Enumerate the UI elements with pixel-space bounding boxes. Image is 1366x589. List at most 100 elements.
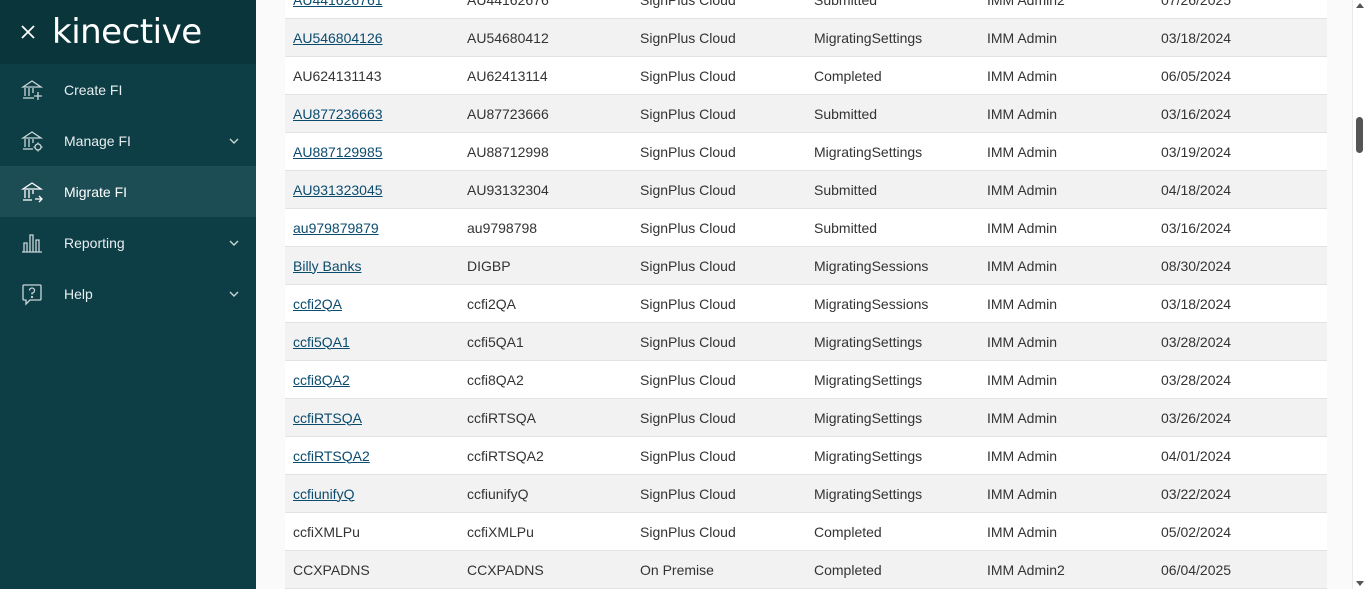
table-row: ccfiRTSQA2 ccfiRTSQA2 SignPlus Cloud Migrat… [285, 437, 1327, 475]
cell-code: ccfi2QA [467, 295, 517, 312]
fi-name-link[interactable]: ccfi2QA [293, 296, 342, 312]
cell-user: IMM Admin2 [979, 0, 1153, 8]
fi-name-link[interactable]: ccfiRTSQA [293, 410, 362, 426]
cell-code: AU62413114 [467, 67, 548, 84]
cell-name: AU931323045 [285, 182, 459, 198]
table-row: AU624131143 AU62413114 SignPlus Cloud Compl… [285, 57, 1327, 95]
cell-code: CCXPADNS [467, 561, 544, 578]
cell-name: ccfiRTSQA2 [285, 448, 459, 464]
cell-code: DIGBP [467, 257, 511, 274]
cell-status: MigratingSettings [814, 409, 923, 426]
table-row: AU546804126 AU54680412 SignPlus Cloud Migra… [285, 19, 1327, 57]
cell-name: Billy Banks [285, 258, 459, 274]
cell-date: 07/26/2025 [1153, 0, 1327, 8]
cell-name: ccfi2QA [285, 296, 459, 312]
cell-user: IMM Admin [987, 295, 1058, 312]
cell-code: ccfi8QA2 [467, 371, 524, 388]
fi-name-link[interactable]: au979879879 [293, 220, 379, 236]
cell-platform: SignPlus Cloud [640, 219, 736, 236]
cell-date: 03/19/2024 [1161, 143, 1232, 160]
cell-name: AU624131143 [293, 67, 382, 84]
scrollbar-thumb[interactable] [1356, 117, 1363, 153]
fi-name-link[interactable]: ccfiRTSQA2 [293, 448, 370, 464]
cell-code: AU54680412 [467, 29, 549, 46]
fi-name-link[interactable]: AU931323045 [293, 182, 383, 198]
sidebar-item-migrate-fi[interactable]: Migrate FI [0, 166, 256, 217]
cell-date: 06/04/2025 [1161, 561, 1232, 578]
cell-platform: SignPlus Cloud [632, 0, 806, 8]
cell-user: IMM Admin [987, 67, 1058, 84]
fi-name-link[interactable]: ccfi8QA2 [293, 372, 350, 388]
cell-status: Completed [814, 561, 882, 578]
cell-code: ccfiRTSQA2 [467, 447, 544, 464]
cell-platform: SignPlus Cloud [640, 29, 736, 46]
fi-name-link[interactable]: ccfi5QA1 [293, 334, 350, 350]
bar-chart-icon [19, 230, 45, 256]
chevron-down-icon [229, 138, 239, 144]
sidebar-item-label: Manage FI [64, 132, 131, 149]
cell-user: IMM Admin [987, 143, 1058, 160]
fi-name-link[interactable]: AU546804126 [293, 30, 383, 46]
cell-name: AU546804126 [285, 30, 459, 46]
cell-name: AU887129985 [285, 144, 459, 160]
fi-name-link[interactable]: AU887129985 [293, 144, 383, 160]
cell-platform: SignPlus Cloud [640, 409, 736, 426]
cell-date: 03/16/2024 [1161, 219, 1232, 236]
cell-user: IMM Admin [987, 485, 1058, 502]
scroll-down-arrow-icon[interactable] [1356, 581, 1364, 586]
cell-code: ccfiXMLPu [467, 523, 534, 540]
cell-date: 03/26/2024 [1161, 409, 1232, 426]
cell-platform: SignPlus Cloud [640, 67, 736, 84]
cell-user: IMM Admin [987, 105, 1058, 122]
cell-status: MigratingSessions [814, 257, 929, 274]
chevron-down-icon [229, 291, 239, 297]
sidebar-item-help[interactable]: Help [0, 268, 256, 319]
cell-status: Completed [814, 523, 882, 540]
sidebar-item-create-fi[interactable]: Create FI [0, 64, 256, 115]
cell-name: CCXPADNS [293, 561, 370, 578]
vertical-scrollbar[interactable] [1352, 0, 1366, 589]
cell-name: ccfi5QA1 [285, 334, 459, 350]
cell-code: AU93132304 [467, 181, 549, 198]
cell-name: AU877236663 [285, 106, 459, 122]
table-row: ccfiRTSQA ccfiRTSQA SignPlus Cloud Migratin… [285, 399, 1327, 437]
cell-code: AU88712998 [467, 143, 549, 160]
sidebar-item-reporting[interactable]: Reporting [0, 217, 256, 268]
kinective-logo: kinective [52, 12, 202, 52]
cell-name: AU441626761 [285, 0, 459, 8]
cell-status: MigratingSettings [814, 29, 923, 46]
cell-user: IMM Admin [987, 257, 1058, 274]
cell-status: Submitted [814, 219, 878, 236]
cell-platform: SignPlus Cloud [640, 485, 736, 502]
fi-name-link[interactable]: ccfiunifyQ [293, 486, 354, 502]
cell-status: Completed [814, 67, 882, 84]
bank-settings-icon [19, 128, 45, 154]
cell-status: MigratingSettings [814, 333, 923, 350]
chevron-down-icon [229, 240, 239, 246]
cell-date: 03/22/2024 [1161, 485, 1232, 502]
cell-date: 03/18/2024 [1161, 29, 1232, 46]
fi-table: AU441626761AU44162676SignPlus CloudSubmi… [285, 0, 1327, 589]
fi-name-link[interactable]: Billy Banks [293, 258, 361, 274]
table-row: au979879879 au9798798 SignPlus Cloud Submit… [285, 209, 1327, 247]
cell-platform: On Premise [640, 561, 714, 578]
cell-user: IMM Admin [987, 523, 1058, 540]
table-row: AU441626761 AU44162676SignPlus CloudSubmi… [285, 0, 1327, 19]
close-icon[interactable] [18, 22, 38, 42]
sidebar-item-manage-fi[interactable]: Manage FI [0, 115, 256, 166]
cell-code: AU44162676 [459, 0, 632, 8]
cell-date: 03/16/2024 [1161, 105, 1232, 122]
cell-status: Submitted [806, 0, 979, 8]
cell-platform: SignPlus Cloud [640, 333, 736, 350]
cell-platform: SignPlus Cloud [640, 371, 736, 388]
cell-platform: SignPlus Cloud [640, 523, 736, 540]
cell-name: ccfiunifyQ [285, 486, 459, 502]
cell-status: MigratingSettings [814, 143, 923, 160]
table-row: ccfi2QA ccfi2QA SignPlus Cloud MigratingSes… [285, 285, 1327, 323]
help-icon [19, 281, 45, 307]
sidebar: kinective Create FI Manage FI Migrate FI… [0, 0, 256, 589]
scroll-up-arrow-icon[interactable] [1356, 3, 1364, 8]
fi-name-link[interactable]: AU441626761 [293, 0, 383, 8]
fi-name-link[interactable]: AU877236663 [293, 106, 383, 122]
table-row: ccfi5QA1 ccfi5QA1 SignPlus Cloud MigratingS… [285, 323, 1327, 361]
